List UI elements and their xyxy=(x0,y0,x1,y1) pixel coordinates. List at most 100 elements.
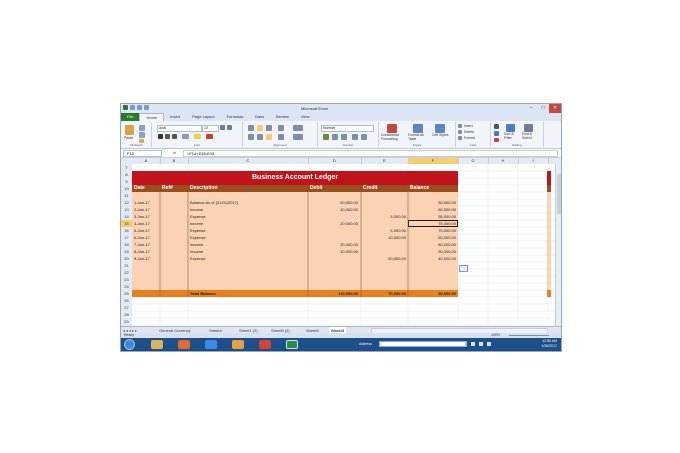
row-header[interactable]: 9 xyxy=(121,178,132,185)
tab-insert[interactable]: Insert xyxy=(164,113,186,121)
tab-view[interactable]: View xyxy=(295,113,316,121)
font-name-select[interactable]: Arial xyxy=(157,125,202,132)
formula-input[interactable]: =F14+D15-E15 xyxy=(183,150,558,157)
entry-balance[interactable]: 60,000.00 xyxy=(410,206,456,213)
row-header[interactable]: 11 xyxy=(121,192,132,199)
fx-icon[interactable]: fx xyxy=(173,150,176,155)
header-balance[interactable]: Balance xyxy=(410,185,456,192)
internet-explorer-icon[interactable] xyxy=(205,340,217,349)
tab-file[interactable]: File xyxy=(121,113,140,121)
network-icon[interactable] xyxy=(479,342,483,346)
fill-color-icon[interactable] xyxy=(194,134,201,139)
row-header[interactable]: 8 xyxy=(121,171,132,178)
entry-debit[interactable]: 10,000.00 xyxy=(310,248,358,255)
entry-balance[interactable]: 50,000.00 xyxy=(410,199,456,206)
align-top-icon[interactable] xyxy=(248,125,254,131)
entry-debit[interactable]: 20,000.00 xyxy=(310,241,358,248)
row-header[interactable]: 21 xyxy=(121,262,132,269)
vertical-scrollbar[interactable] xyxy=(555,164,561,326)
entry-description[interactable]: Expense xyxy=(190,234,306,241)
sort-filter-icon[interactable] xyxy=(506,124,515,132)
tab-formulas[interactable]: Formulas xyxy=(221,113,250,121)
format-label[interactable]: Format xyxy=(464,136,475,140)
worksheet-grid[interactable]: Business Account Ledger Date Ref# Descri… xyxy=(132,164,561,326)
align-right-icon[interactable] xyxy=(266,134,272,140)
italic-icon[interactable] xyxy=(165,134,170,139)
volume-icon[interactable] xyxy=(487,342,491,346)
header-ref[interactable]: Ref# xyxy=(162,185,188,192)
row-header[interactable]: 26 xyxy=(121,297,132,304)
font-color-icon[interactable] xyxy=(206,134,213,139)
find-select-icon[interactable] xyxy=(524,124,533,132)
maximize-button[interactable]: □ xyxy=(537,104,549,113)
address-input[interactable] xyxy=(379,341,467,347)
total-credit[interactable]: 70,000.00 xyxy=(363,290,406,297)
header-credit[interactable]: Credit xyxy=(363,185,407,192)
cut-icon[interactable] xyxy=(139,125,145,131)
row-header[interactable]: 25 xyxy=(121,290,132,297)
row-header[interactable]: 27 xyxy=(121,304,132,311)
increase-decimal-icon[interactable] xyxy=(352,134,358,140)
row-header[interactable]: 12 xyxy=(121,199,132,206)
ledger-title[interactable]: Business Account Ledger xyxy=(132,171,458,185)
row-header[interactable]: 10 xyxy=(121,185,132,192)
entry-debit[interactable]: 50,000.00 xyxy=(310,199,358,206)
percent-icon[interactable] xyxy=(332,134,338,140)
entry-date[interactable]: 2-Jan-17 xyxy=(134,206,160,213)
decrease-decimal-icon[interactable] xyxy=(361,134,367,140)
row-header[interactable]: 19 xyxy=(121,248,132,255)
header-date[interactable]: Date xyxy=(134,185,160,192)
row-header[interactable]: 23 xyxy=(121,276,132,283)
orientation-icon[interactable] xyxy=(278,125,284,131)
currency-icon[interactable] xyxy=(323,134,329,140)
entry-credit[interactable]: 50,000.00 xyxy=(363,255,406,262)
row-header[interactable]: 16 xyxy=(121,227,132,234)
underline-icon[interactable] xyxy=(172,134,177,139)
total-debit[interactable]: 110,000.00 xyxy=(310,290,358,297)
media-player-icon[interactable] xyxy=(232,340,244,349)
total-label[interactable]: Total Balance xyxy=(190,290,306,297)
entry-balance[interactable]: 90,000.00 xyxy=(410,248,456,255)
entry-description[interactable]: Expense xyxy=(190,255,306,262)
entry-date[interactable]: 6-Jan-17 xyxy=(134,234,160,241)
entry-date[interactable]: 1-Jan-17 xyxy=(134,199,160,206)
row-header[interactable]: 18 xyxy=(121,241,132,248)
row-header[interactable]: 29 xyxy=(121,318,132,325)
entry-description[interactable]: Expense xyxy=(190,227,306,234)
entry-description[interactable]: Expense xyxy=(190,213,306,220)
start-button-icon[interactable] xyxy=(124,339,135,350)
tab-data[interactable]: Data xyxy=(249,113,269,121)
entry-debit[interactable]: 20,000.00 xyxy=(310,220,358,227)
autosum-icon[interactable] xyxy=(494,124,499,129)
wrap-text-icon[interactable] xyxy=(293,125,303,131)
row-header[interactable]: 28 xyxy=(121,311,132,318)
shrink-font-icon[interactable] xyxy=(227,125,232,130)
conditional-formatting-icon[interactable] xyxy=(387,124,397,133)
row-header[interactable]: 20 xyxy=(121,255,132,262)
minimize-button[interactable]: – xyxy=(525,104,537,113)
entry-credit[interactable]: 10,000.00 xyxy=(363,234,406,241)
entry-description[interactable]: Balance As of (01/01/2017) xyxy=(190,199,306,206)
name-box[interactable]: F15 xyxy=(123,150,162,157)
entry-credit[interactable]: 5,000.00 xyxy=(363,213,406,220)
excel-taskbar-icon[interactable] xyxy=(286,340,298,349)
grow-font-icon[interactable] xyxy=(220,125,225,130)
entry-description[interactable]: Income xyxy=(190,220,306,227)
tab-review[interactable]: Review xyxy=(270,113,295,121)
row-header[interactable]: 7 xyxy=(121,164,132,171)
copy-icon[interactable] xyxy=(139,132,145,138)
row-header[interactable]: 17 xyxy=(121,234,132,241)
entry-balance[interactable]: 55,000.00 xyxy=(410,213,456,220)
delete-cells-icon[interactable] xyxy=(458,130,462,134)
clock[interactable]: 12:55 AM 1/26/2017 xyxy=(541,339,557,349)
indent-icon[interactable] xyxy=(278,134,284,140)
fill-icon[interactable] xyxy=(494,131,499,136)
close-button[interactable]: ✕ xyxy=(549,104,561,113)
cell-styles-icon[interactable] xyxy=(435,124,445,133)
align-bottom-icon[interactable] xyxy=(266,125,272,131)
entry-date[interactable]: 5-Jan-17 xyxy=(134,227,160,234)
scrollbar-thumb[interactable] xyxy=(557,174,561,214)
entry-date[interactable]: 3-Jan-17 xyxy=(134,213,160,220)
entry-balance[interactable]: 70,000.00 xyxy=(410,227,456,234)
entry-date[interactable]: 9-Jan-17 xyxy=(134,255,160,262)
